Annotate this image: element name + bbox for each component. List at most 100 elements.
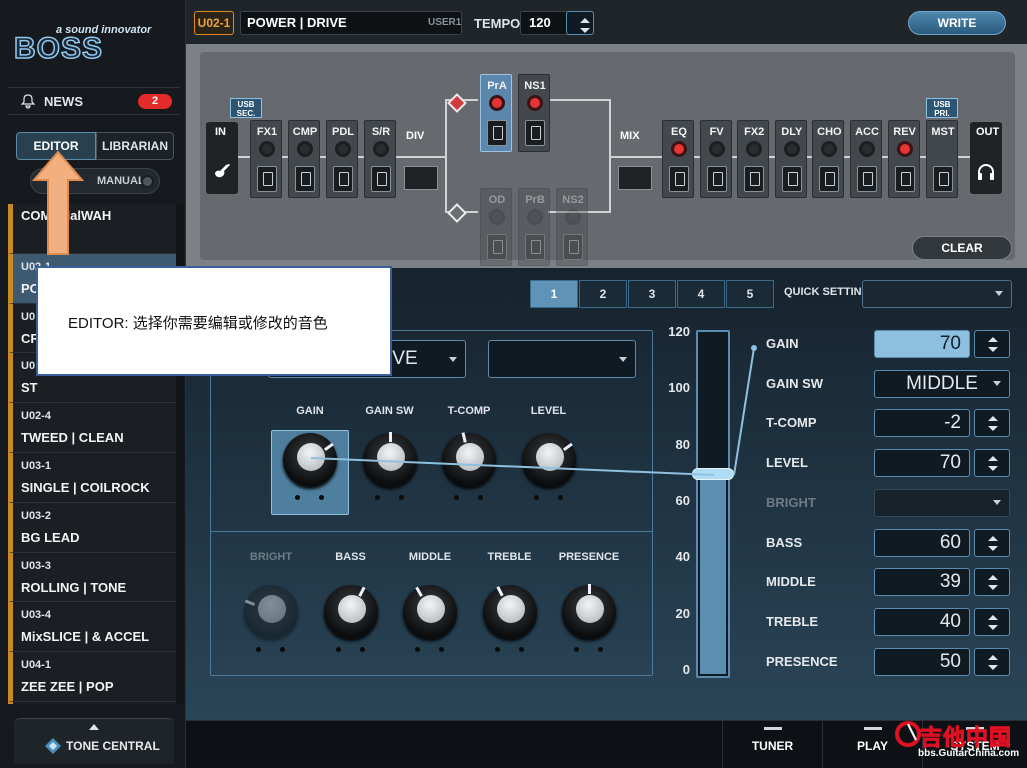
patch-list-item[interactable]: U02-4 TWEED | CLEAN: [8, 403, 178, 453]
param-stepper-t-comp[interactable]: [974, 409, 1010, 438]
bar-icon: [863, 727, 882, 730]
param-value-middle[interactable]: 39: [874, 568, 970, 597]
sidebar: a sound innovator BOSS NEWS 2 EDITOR LIB…: [0, 0, 186, 768]
tone-central-button[interactable]: TONE CENTRAL: [14, 718, 174, 764]
watermark: 吉他中国 bbs.GuitarChina.com: [894, 718, 1024, 766]
fx-led-indicator: [708, 141, 725, 157]
annotation-callout: EDITOR: 选择你需要编辑或修改的音色: [36, 266, 392, 376]
tuner-button[interactable]: TUNER: [722, 721, 822, 768]
param-value-text: -2: [944, 412, 961, 434]
param-stepper-presence[interactable]: [974, 647, 1010, 676]
fx-block-fv[interactable]: FV: [699, 120, 732, 198]
bar-icon: [763, 727, 782, 730]
pedal-icon: [781, 166, 802, 192]
patch-id: U03-4: [21, 609, 51, 622]
fx-led-indicator: [297, 141, 313, 157]
output-block[interactable]: OUT: [970, 122, 1002, 194]
param-stepper-middle[interactable]: [974, 568, 1010, 597]
param-value-presence[interactable]: 50: [874, 647, 970, 676]
fx-block-eq[interactable]: EQ: [662, 120, 694, 198]
divider-switch[interactable]: [404, 166, 438, 190]
clear-button[interactable]: CLEAR: [912, 236, 1012, 260]
patch-name: BG LEAD: [21, 529, 80, 545]
fx-block-s-r[interactable]: S/R: [364, 120, 396, 198]
pedal-icon: [706, 166, 727, 192]
effect-chain-area: IN USB SEC. FX1 CMP PDL S/R DIV PrA NS1 OD Pr…: [186, 44, 1027, 268]
patch-list-item[interactable]: U04-1 ZEE ZEE | POP: [8, 652, 178, 702]
fx-block-fx2[interactable]: FX2: [737, 120, 770, 198]
pedal-icon: [525, 120, 545, 146]
tempo-stepper[interactable]: [566, 11, 594, 35]
annotation-arrow-icon: [32, 150, 84, 255]
param-stepper-bass[interactable]: [974, 528, 1010, 557]
patch-name: ROLLING | TONE: [21, 579, 127, 595]
fx-block-pdl[interactable]: PDL: [326, 120, 358, 198]
param-stepper-treble[interactable]: [974, 607, 1010, 636]
fx-block-pra[interactable]: PrA: [480, 74, 512, 152]
param-value-text: MIDDLE: [906, 372, 978, 394]
input-block[interactable]: IN: [206, 122, 238, 194]
patch-list-item[interactable]: U03-3 ROLLING | TONE: [8, 552, 178, 603]
param-label-gain-sw: GAIN SW: [766, 375, 824, 391]
patch-id: U0: [21, 310, 36, 323]
fx-block-dly[interactable]: DLY: [774, 120, 807, 198]
write-button[interactable]: WRITE: [908, 11, 1006, 35]
pedal-icon: [669, 166, 689, 192]
fx-block-rev[interactable]: REV: [887, 120, 920, 198]
fx-block-label: EQ: [671, 126, 687, 138]
param-stepper-level[interactable]: [974, 449, 1010, 478]
guitar-icon: [215, 164, 230, 178]
param-value-level[interactable]: 70: [874, 449, 970, 478]
fx-led-indicator: [783, 141, 800, 157]
param-stepper-gain[interactable]: [974, 330, 1010, 358]
param-value-bass[interactable]: 60: [874, 528, 970, 557]
fx-block-mst[interactable]: MST: [926, 120, 958, 198]
fx-block-ns2[interactable]: NS2: [556, 188, 588, 266]
fx-led-indicator: [489, 95, 505, 111]
patch-list-item[interactable]: U03-4 MixSLICE | & ACCEL: [8, 602, 178, 653]
patch-id: U03-2: [21, 509, 51, 522]
param-value-treble[interactable]: 40: [874, 607, 970, 636]
tuner-label: TUNER: [751, 739, 794, 753]
param-label-gain: GAIN: [766, 336, 799, 351]
div-label: DIV: [406, 130, 425, 142]
param-value-text: 50: [939, 650, 961, 672]
param-value-t-comp[interactable]: -2: [874, 409, 970, 438]
param-value-text: 39: [939, 571, 961, 593]
param-value-gain[interactable]: 70: [874, 330, 970, 358]
fx-block-label: REV: [893, 126, 916, 138]
fx-block-acc[interactable]: ACC: [850, 120, 882, 198]
param-value-gain-sw[interactable]: MIDDLE: [874, 369, 1010, 398]
fx-block-prb[interactable]: PrB: [518, 188, 550, 266]
fx-block-cho[interactable]: CHO: [812, 120, 845, 198]
news-button[interactable]: NEWS 2: [8, 87, 180, 115]
patch-list-item[interactable]: U04-2: [8, 701, 178, 704]
pedal-icon: [333, 166, 353, 192]
fx-block-fx1[interactable]: FX1: [250, 120, 282, 198]
fx-led-indicator: [373, 141, 389, 157]
mode-indicator: [141, 175, 154, 188]
chevron-down-icon: [993, 380, 1001, 386]
fx-led-indicator: [859, 141, 875, 157]
manual-label: MANUAL: [97, 175, 145, 187]
pedal-icon: [933, 166, 953, 192]
patch-list-item[interactable]: U03-1 SINGLE | COILROCK: [8, 452, 178, 503]
tone-central-label: TONE CENTRAL: [66, 739, 160, 753]
fx-block-label: FX2: [744, 126, 765, 138]
fx-block-ns1[interactable]: NS1: [518, 74, 550, 152]
fx-block-label: CMP: [292, 126, 318, 138]
librarian-tab-button[interactable]: LIBRARIAN: [96, 132, 174, 160]
boss-tone-studio-window: a sound innovator BOSS NEWS 2 EDITOR LIB…: [0, 0, 1027, 768]
patch-id: U03-3: [21, 559, 51, 572]
patch-name: TWEED | CLEAN: [21, 430, 124, 446]
fx-block-cmp[interactable]: CMP: [288, 120, 320, 198]
fx-led-indicator: [527, 95, 543, 111]
pedal-icon: [295, 166, 315, 192]
fx-block-od[interactable]: OD: [480, 188, 512, 266]
mixer-switch[interactable]: [618, 166, 652, 190]
pedal-icon: [487, 120, 507, 146]
patch-list-item[interactable]: U03-2 BG LEAD: [8, 502, 178, 553]
fx-led-indicator: [821, 141, 838, 157]
fx-led-indicator: [335, 141, 351, 157]
fx-block-label: ACC: [855, 126, 879, 138]
